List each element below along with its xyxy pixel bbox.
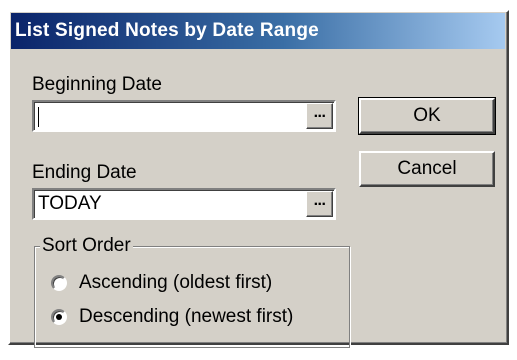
- ending-date-field: ...: [32, 188, 336, 220]
- dialog-title: List Signed Notes by Date Range: [15, 20, 319, 41]
- ending-date-label: Ending Date: [32, 162, 137, 183]
- text-cursor: [38, 107, 39, 127]
- radio-button-icon[interactable]: [51, 275, 67, 291]
- radio-ascending[interactable]: Ascending (oldest first): [51, 271, 272, 295]
- sort-order-group: Sort Order Ascending (oldest first) Desc…: [34, 235, 350, 348]
- radio-descending[interactable]: Descending (newest first): [51, 305, 293, 329]
- radio-descending-label: Descending (newest first): [79, 306, 294, 327]
- cancel-button[interactable]: Cancel: [359, 151, 495, 187]
- ok-button[interactable]: OK: [358, 97, 496, 135]
- beginning-date-browse-button[interactable]: ...: [306, 103, 333, 129]
- ellipsis-icon: ...: [313, 192, 326, 209]
- radio-button-icon[interactable]: [51, 309, 67, 325]
- cancel-button-label: Cancel: [397, 158, 457, 179]
- ending-date-browse-button[interactable]: ...: [306, 191, 333, 217]
- beginning-date-input[interactable]: [38, 104, 296, 128]
- ok-button-label: OK: [413, 105, 441, 126]
- radio-ascending-label: Ascending (oldest first): [79, 272, 273, 293]
- beginning-date-field: ...: [32, 100, 336, 132]
- dialog-window: List Signed Notes by Date Range Beginnin…: [0, 0, 517, 360]
- beginning-date-label: Beginning Date: [32, 74, 162, 95]
- ending-date-input[interactable]: [38, 192, 296, 216]
- sort-order-legend: Sort Order: [40, 235, 133, 257]
- radio-selected-dot: [56, 314, 62, 320]
- title-bar[interactable]: List Signed Notes by Date Range: [11, 13, 505, 49]
- ellipsis-icon: ...: [313, 104, 326, 121]
- dialog-body: List Signed Notes by Date Range Beginnin…: [8, 10, 509, 348]
